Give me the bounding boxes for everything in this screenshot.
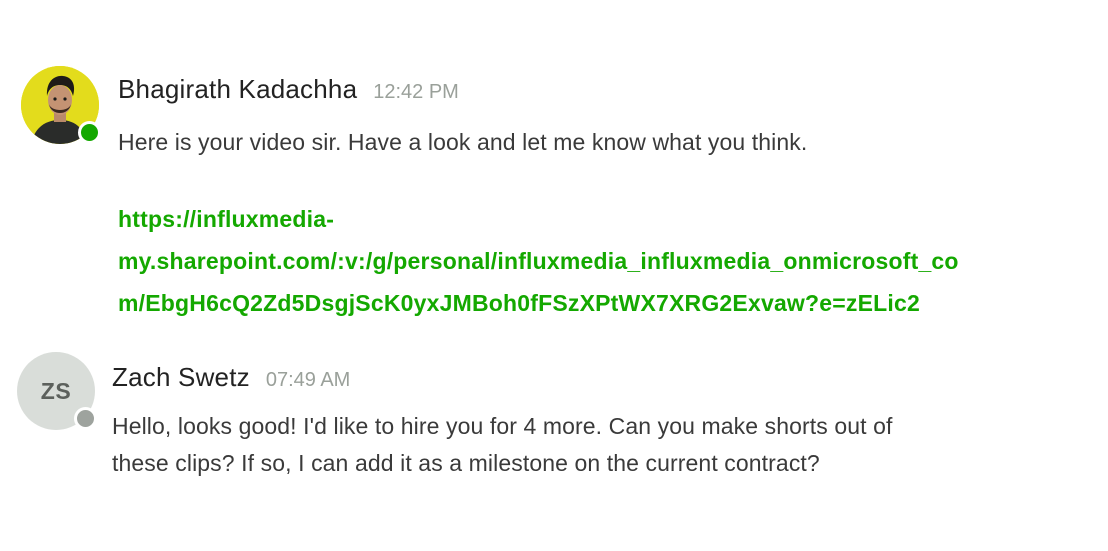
link-line: my.sharepoint.com/:v:/g/personal/influxm… [118, 248, 959, 274]
offline-status-indicator [74, 407, 97, 430]
message-header: Zach Swetz 07:49 AM [112, 362, 350, 393]
link-line: https://influxmedia- [118, 206, 335, 232]
message-text: Hello, looks good! I'd like to hire you … [112, 408, 1042, 482]
avatar[interactable]: ZS [17, 352, 97, 430]
message-text-line: Hello, looks good! I'd like to hire you … [112, 413, 893, 439]
avatar[interactable] [21, 66, 101, 144]
message-text-line: these clips? If so, I can add it as a mi… [112, 450, 820, 476]
message-text: Here is your video sir. Have a look and … [118, 129, 808, 155]
message-timestamp: 07:49 AM [265, 369, 351, 391]
message-link[interactable]: https://influxmedia- my.sharepoint.com/:… [118, 198, 1098, 324]
message-timestamp: 12:42 PM [373, 81, 459, 103]
sender-name[interactable]: Bhagirath Kadachha [118, 74, 357, 105]
sender-name[interactable]: Zach Swetz [112, 362, 250, 393]
link-line: m/EbgH6cQ2Zd5DsgjScK0yxJMBoh0fFSzXPtWX7X… [118, 290, 920, 316]
message-header: Bhagirath Kadachha 12:42 PM [118, 74, 459, 105]
online-status-indicator [78, 121, 101, 144]
